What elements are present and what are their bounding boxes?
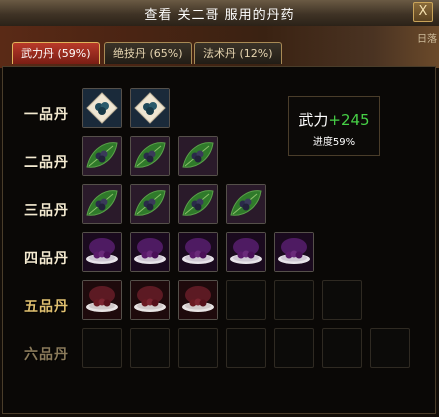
window-title: 查看 关二哥 服用的丹药 <box>144 8 295 23</box>
pill-slot[interactable] <box>226 232 266 272</box>
grade-label-5: 五品丹 <box>24 299 69 315</box>
green-leaf-pill-icon <box>179 137 217 175</box>
title-bar: 查看 关二哥 服用的丹药 X <box>0 0 439 27</box>
empty-pill-slot[interactable] <box>178 328 218 368</box>
stat-line: 武力+245 <box>289 109 379 130</box>
green-leaf-pill-icon <box>179 185 217 223</box>
purple-bowl-pill-icon <box>131 233 169 271</box>
grade-label-4: 四品丹 <box>24 251 69 267</box>
white-pill-icon <box>83 89 121 127</box>
green-leaf-pill-icon <box>131 137 169 175</box>
pill-slot[interactable] <box>130 184 170 224</box>
pill-viewer-window: 查看 关二哥 服用的丹药 X 日落 武力丹 (59%) 绝技丹 (65%) 法术… <box>0 0 439 417</box>
pill-slot[interactable] <box>178 184 218 224</box>
pill-slot[interactable] <box>178 232 218 272</box>
purple-bowl-pill-icon <box>275 233 313 271</box>
pill-slot[interactable] <box>82 184 122 224</box>
green-leaf-pill-icon <box>83 137 121 175</box>
purple-bowl-pill-icon <box>227 233 265 271</box>
pill-slot[interactable] <box>178 280 218 320</box>
green-leaf-pill-icon <box>227 185 265 223</box>
tab-label: 绝技丹 (65%) <box>113 47 183 60</box>
stat-summary: 武力+245 进度59% <box>288 96 380 156</box>
pill-slot[interactable] <box>82 136 122 176</box>
empty-pill-slot[interactable] <box>274 280 314 320</box>
tab-spell-pill[interactable]: 法术丹 (12%) <box>194 42 282 64</box>
pill-slot[interactable] <box>274 232 314 272</box>
grade-label-2: 二品丹 <box>24 155 69 171</box>
green-leaf-pill-icon <box>83 185 121 223</box>
tab-label: 法术丹 (12%) <box>203 47 273 60</box>
empty-pill-slot[interactable] <box>226 280 266 320</box>
grade-label-1: 一品丹 <box>24 107 69 123</box>
pill-slot[interactable] <box>82 88 122 128</box>
red-bowl-pill-icon <box>179 281 217 319</box>
pill-slot[interactable] <box>82 232 122 272</box>
scene-text: 日落 <box>417 34 437 45</box>
empty-pill-slot[interactable] <box>322 280 362 320</box>
empty-pill-slot[interactable] <box>130 328 170 368</box>
empty-pill-slot[interactable] <box>370 328 410 368</box>
close-button[interactable]: X <box>413 2 433 22</box>
pill-slot[interactable] <box>226 184 266 224</box>
red-bowl-pill-icon <box>83 281 121 319</box>
grade-label-3: 三品丹 <box>24 203 69 219</box>
white-pill-icon <box>131 89 169 127</box>
empty-pill-slot[interactable] <box>226 328 266 368</box>
tab-strength-pill[interactable]: 武力丹 (59%) <box>12 42 100 64</box>
pill-slot[interactable] <box>130 232 170 272</box>
empty-pill-slot[interactable] <box>322 328 362 368</box>
green-leaf-pill-icon <box>131 185 169 223</box>
purple-bowl-pill-icon <box>179 233 217 271</box>
grade-label-6: 六品丹 <box>24 347 69 363</box>
pill-slot[interactable] <box>178 136 218 176</box>
purple-bowl-pill-icon <box>83 233 121 271</box>
pill-slot[interactable] <box>130 88 170 128</box>
stat-name: 武力 <box>298 111 329 129</box>
empty-pill-slot[interactable] <box>82 328 122 368</box>
pill-slot[interactable] <box>130 280 170 320</box>
red-bowl-pill-icon <box>131 281 169 319</box>
empty-pill-slot[interactable] <box>274 328 314 368</box>
stat-bonus: +245 <box>328 111 370 129</box>
stat-progress: 进度59% <box>312 137 356 148</box>
tab-skill-pill[interactable]: 绝技丹 (65%) <box>104 42 192 64</box>
pill-slot[interactable] <box>130 136 170 176</box>
tab-label: 武力丹 (59%) <box>21 47 91 60</box>
pill-slot[interactable] <box>82 280 122 320</box>
